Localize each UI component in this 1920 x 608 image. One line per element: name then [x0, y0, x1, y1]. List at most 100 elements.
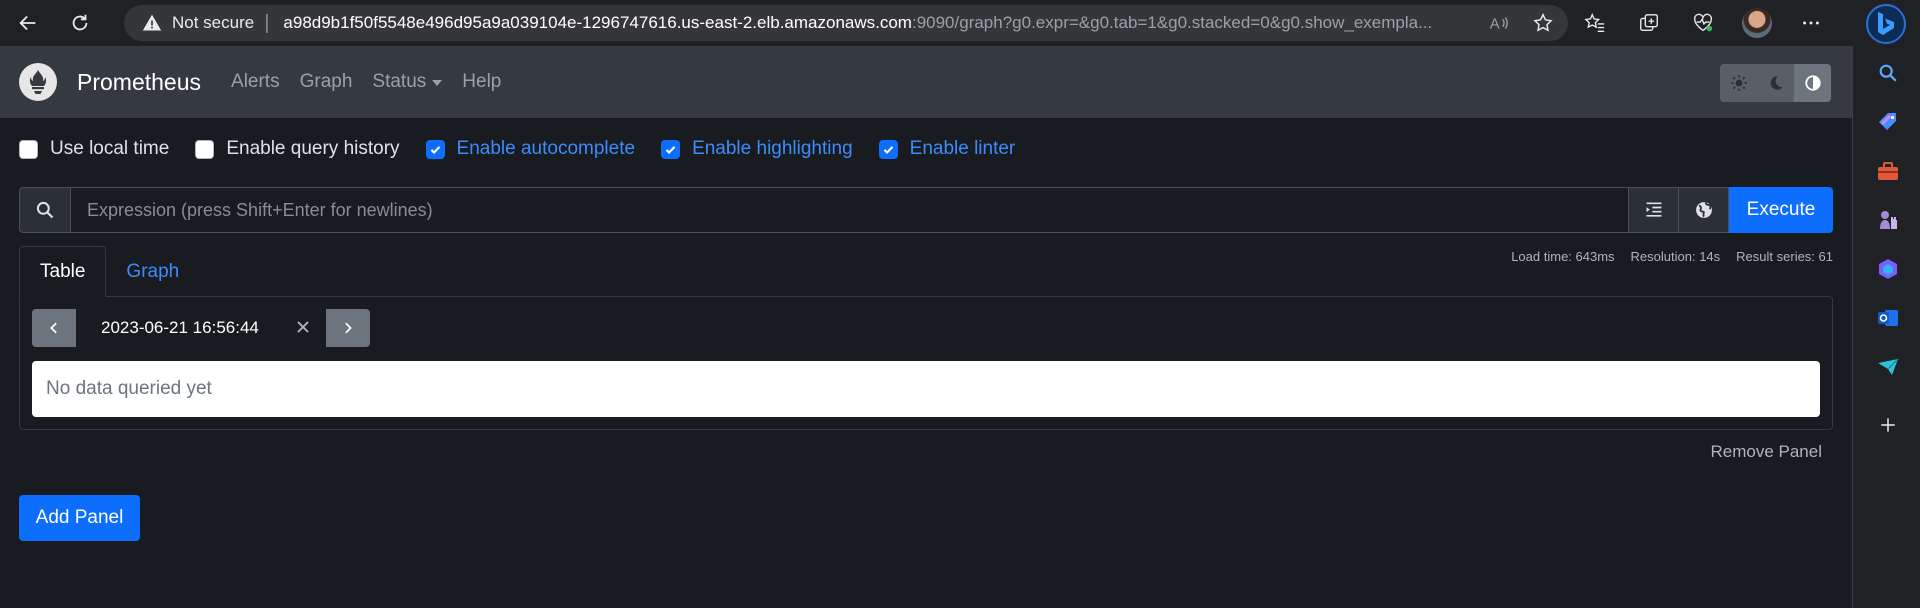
- no-data-alert: No data queried yet: [32, 361, 1820, 417]
- sun-icon: [1730, 75, 1747, 91]
- more-dots-icon: [1803, 21, 1819, 25]
- profile-button[interactable]: [1740, 6, 1774, 40]
- theme-dark-button[interactable]: [1757, 64, 1794, 102]
- address-separator: |: [264, 11, 270, 34]
- metrics-explorer-button[interactable]: [1679, 187, 1729, 233]
- warning-icon: [142, 14, 162, 31]
- theme-auto-button[interactable]: [1794, 64, 1831, 102]
- plus-icon: [1881, 418, 1895, 432]
- reload-button[interactable]: [62, 5, 98, 41]
- paper-plane-icon: [1878, 358, 1899, 375]
- contrast-icon: [1804, 75, 1821, 91]
- option-enable-query-history[interactable]: Enable query history: [195, 138, 400, 160]
- edge-sidebar: [1852, 46, 1920, 608]
- panel-tabs: Table Graph: [19, 246, 199, 297]
- add-panel-button[interactable]: Add Panel: [19, 495, 140, 541]
- nav-help[interactable]: Help: [462, 71, 501, 93]
- toolbox-icon: [1878, 162, 1898, 180]
- option-enable-autocomplete[interactable]: Enable autocomplete: [425, 138, 636, 160]
- search-icon: [1879, 64, 1897, 82]
- checkmark-icon: [883, 145, 893, 154]
- table-panel: 2023-06-21 16:56:44 No data queried yet: [19, 296, 1833, 430]
- sidebar-shopping-button[interactable]: [1875, 109, 1901, 135]
- browser-essentials-button[interactable]: [1686, 6, 1720, 40]
- bing-chat-button[interactable]: [1866, 4, 1906, 44]
- chess-piece-icon: [1880, 211, 1897, 229]
- expression-search-prefix: [19, 187, 71, 233]
- theme-switcher: [1720, 64, 1831, 102]
- option-label: Enable highlighting: [692, 138, 853, 159]
- prometheus-flame-icon: [29, 70, 47, 94]
- sidebar-add-button[interactable]: [1875, 412, 1901, 438]
- evaluation-time-picker: 2023-06-21 16:56:44: [32, 309, 370, 347]
- sidebar-games-button[interactable]: [1875, 207, 1901, 233]
- option-label: Enable autocomplete: [456, 138, 636, 159]
- chevron-left-icon: [50, 322, 57, 334]
- format-expression-button[interactable]: [1629, 187, 1679, 233]
- resolution-stat: Resolution: 14s: [1630, 249, 1721, 264]
- url-host: a98d9b1f50f5548e496d95a9a039104e-1296747…: [283, 13, 912, 32]
- sidebar-search-button[interactable]: [1875, 60, 1901, 86]
- time-forward-button[interactable]: [326, 309, 370, 347]
- reload-icon: [72, 14, 88, 31]
- collections-icon: [1640, 14, 1658, 32]
- brand-title[interactable]: Prometheus: [77, 69, 201, 96]
- heart-pulse-icon: [1693, 13, 1713, 32]
- evaluation-time-input[interactable]: 2023-06-21 16:56:44: [76, 309, 326, 347]
- query-history-checkbox[interactable]: [195, 139, 215, 159]
- nav-alerts[interactable]: Alerts: [231, 71, 280, 93]
- copilot-icon: [1879, 259, 1897, 279]
- favorites-button[interactable]: [1578, 6, 1612, 40]
- collections-button[interactable]: [1632, 6, 1666, 40]
- prometheus-logo[interactable]: [19, 63, 57, 101]
- url-path: :9090/graph?g0.expr=&g0.tab=1&g0.stacked…: [911, 13, 1433, 32]
- indent-icon: [1646, 202, 1661, 217]
- not-secure-label: Not secure: [172, 13, 255, 32]
- checkmark-icon: [665, 145, 676, 154]
- avatar: [1742, 8, 1772, 38]
- favorites-icon: [1584, 13, 1605, 32]
- query-stats: Load time: 643ms Resolution: 14s Result …: [1511, 249, 1833, 264]
- back-arrow-icon: [19, 15, 36, 31]
- favorite-star-icon[interactable]: [1532, 12, 1554, 34]
- checkmark-icon: [430, 145, 440, 154]
- globe-icon: [1695, 202, 1712, 218]
- tag-icon: [1879, 113, 1896, 130]
- use-local-time-checkbox[interactable]: [19, 139, 38, 159]
- expression-input[interactable]: [71, 187, 1629, 233]
- query-options: Use local time Enable query history Enab…: [19, 138, 1041, 160]
- tab-table[interactable]: Table: [19, 246, 107, 297]
- option-label: Enable linter: [909, 138, 1016, 159]
- option-enable-linter[interactable]: Enable linter: [878, 138, 1016, 160]
- option-label: Enable query history: [226, 138, 400, 159]
- sidebar-tools-button[interactable]: [1875, 158, 1901, 184]
- autocomplete-checkbox[interactable]: [425, 139, 445, 159]
- bing-icon: [1878, 12, 1894, 35]
- clear-time-icon[interactable]: [294, 318, 312, 336]
- search-icon: [36, 201, 54, 219]
- highlighting-checkbox[interactable]: [661, 139, 681, 159]
- address-bar[interactable]: Not secure | a98d9b1f50f5548e496d95a9a03…: [124, 5, 1568, 41]
- sidebar-outlook-button[interactable]: [1875, 305, 1901, 331]
- nav-status[interactable]: Status: [372, 71, 443, 93]
- sidebar-copilot-button[interactable]: [1875, 256, 1901, 282]
- theme-light-button[interactable]: [1720, 64, 1757, 102]
- moon-icon: [1770, 76, 1783, 90]
- sidebar-drop-button[interactable]: [1875, 354, 1901, 380]
- read-aloud-icon[interactable]: A: [1488, 12, 1510, 34]
- time-back-button[interactable]: [32, 309, 76, 347]
- back-button[interactable]: [10, 5, 46, 41]
- settings-menu-button[interactable]: [1794, 6, 1828, 40]
- nav-status-label: Status: [372, 71, 427, 92]
- option-enable-highlighting[interactable]: Enable highlighting: [661, 138, 853, 160]
- tab-graph[interactable]: Graph: [106, 246, 199, 297]
- remove-panel-link[interactable]: Remove Panel: [1710, 442, 1822, 462]
- linter-checkbox[interactable]: [878, 139, 898, 159]
- nav-graph[interactable]: Graph: [300, 71, 353, 93]
- option-use-local-time[interactable]: Use local time: [19, 138, 169, 160]
- browser-toolbar: Not secure | a98d9b1f50f5548e496d95a9a03…: [0, 0, 1920, 46]
- outlook-icon: [1878, 310, 1898, 326]
- svg-text:A: A: [1490, 17, 1500, 33]
- result-series-stat: Result series: 61: [1736, 249, 1833, 264]
- execute-button[interactable]: Execute: [1729, 187, 1833, 233]
